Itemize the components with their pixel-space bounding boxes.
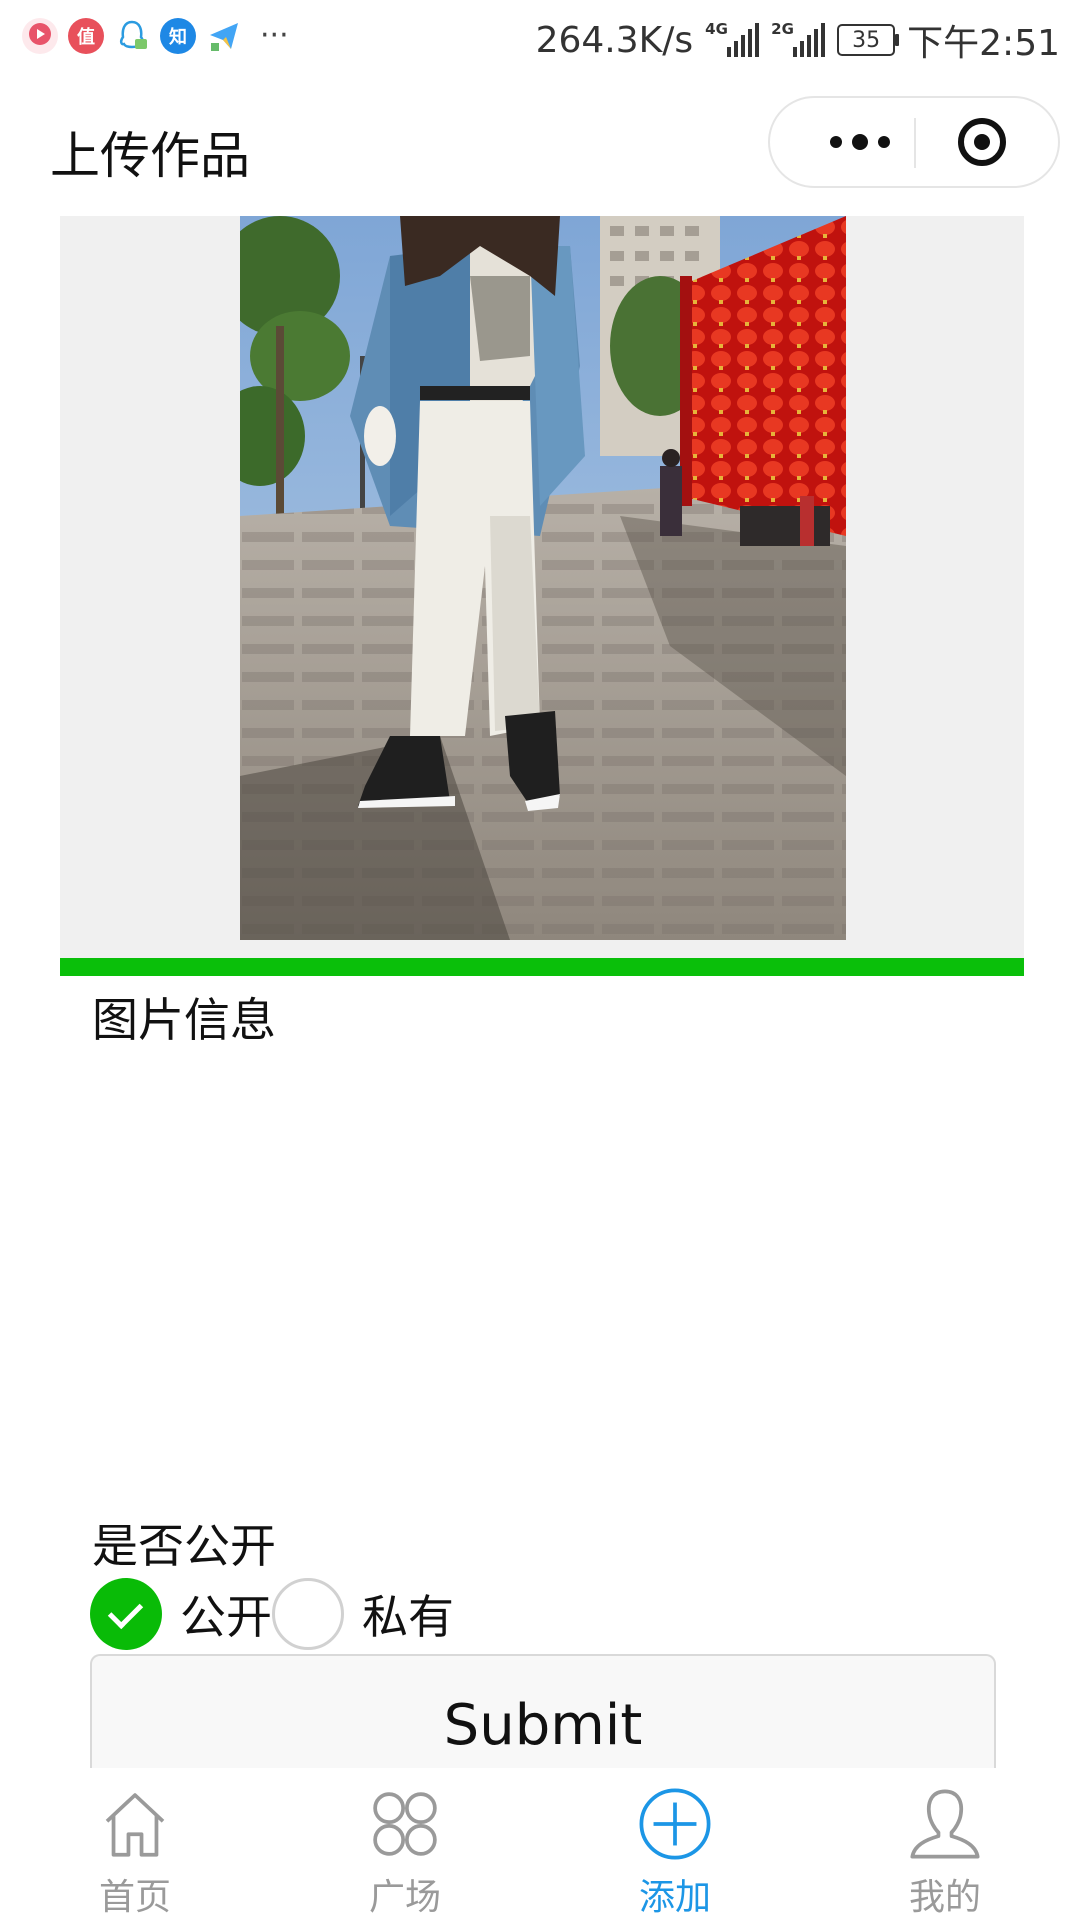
home-icon [105, 1793, 165, 1857]
signal-2g-icon: 2G [771, 20, 826, 57]
send-app-icon [206, 18, 242, 54]
notification-icons: 值 知 ··· [22, 18, 289, 54]
grid-icon [373, 1792, 437, 1856]
radio-private[interactable]: 私有 [272, 1578, 454, 1650]
zhi-app-icon: 值 [68, 18, 104, 54]
radio-private-circle[interactable] [272, 1578, 344, 1650]
image-info-label: 图片信息 [92, 993, 276, 1047]
visibility-label: 是否公开 [92, 1519, 276, 1573]
capsule-divider [914, 118, 916, 168]
tab-add-label: 添加 [638, 1877, 711, 1918]
tab-square[interactable]: 广场 [270, 1768, 540, 1920]
battery-level: 35 [852, 27, 881, 53]
status-bar: 值 知 ··· 264.3K/s 4G 2G 35 下午2:51 [0, 0, 1080, 76]
screen: 值 知 ··· 264.3K/s 4G 2G 35 下午2:51 上传作品 图片… [0, 0, 1080, 1920]
signal-2g-tag: 2G [771, 20, 794, 38]
zhihu-label: 知 [169, 27, 187, 48]
tab-me-label: 我的 [908, 1877, 981, 1918]
qq-app-icon [114, 18, 150, 54]
user-icon [910, 1789, 980, 1859]
video-app-icon [22, 18, 58, 54]
tab-me[interactable]: 我的 [810, 1768, 1080, 1920]
tab-square-label: 广场 [368, 1877, 441, 1918]
upload-progress-bar [60, 958, 1024, 976]
signal-4g-icon: 4G [705, 20, 760, 57]
signal-4g-tag: 4G [705, 20, 728, 38]
page-title: 上传作品 [50, 127, 250, 185]
photo-preview-frame [60, 216, 1024, 960]
close-mini-program-button[interactable] [958, 118, 1006, 166]
more-notifications-icon: ··· [260, 18, 289, 53]
net-speed: 264.3K/s [535, 19, 694, 61]
radio-public[interactable]: 公开 [90, 1578, 272, 1650]
tab-add[interactable]: 添加 [540, 1768, 810, 1920]
add-circle-icon [639, 1788, 711, 1860]
upload-progress-fill [60, 958, 1024, 976]
radio-public-circle[interactable] [90, 1578, 162, 1650]
radio-public-label: 公开 [180, 1590, 272, 1644]
more-dots-icon [830, 136, 842, 148]
status-right: 264.3K/s 4G 2G 35 下午2:51 [536, 14, 1060, 66]
mini-program-capsule [768, 96, 1060, 188]
clock: 下午2:51 [907, 23, 1060, 64]
radio-private-label: 私有 [362, 1590, 454, 1644]
battery-icon: 35 [837, 24, 900, 56]
zhi-app-label: 值 [77, 27, 95, 48]
tab-home[interactable]: 首页 [0, 1768, 270, 1920]
more-menu-button[interactable] [810, 98, 910, 186]
nav-bar: 上传作品 [0, 76, 1080, 216]
visibility-radio-group: 公开 私有 [90, 1578, 454, 1650]
uploaded-photo [240, 216, 846, 940]
zhihu-icon: 知 [160, 18, 196, 54]
tab-home-label: 首页 [98, 1877, 171, 1918]
tab-bar: 首页 广场 添加 我的 [0, 1768, 1080, 1920]
